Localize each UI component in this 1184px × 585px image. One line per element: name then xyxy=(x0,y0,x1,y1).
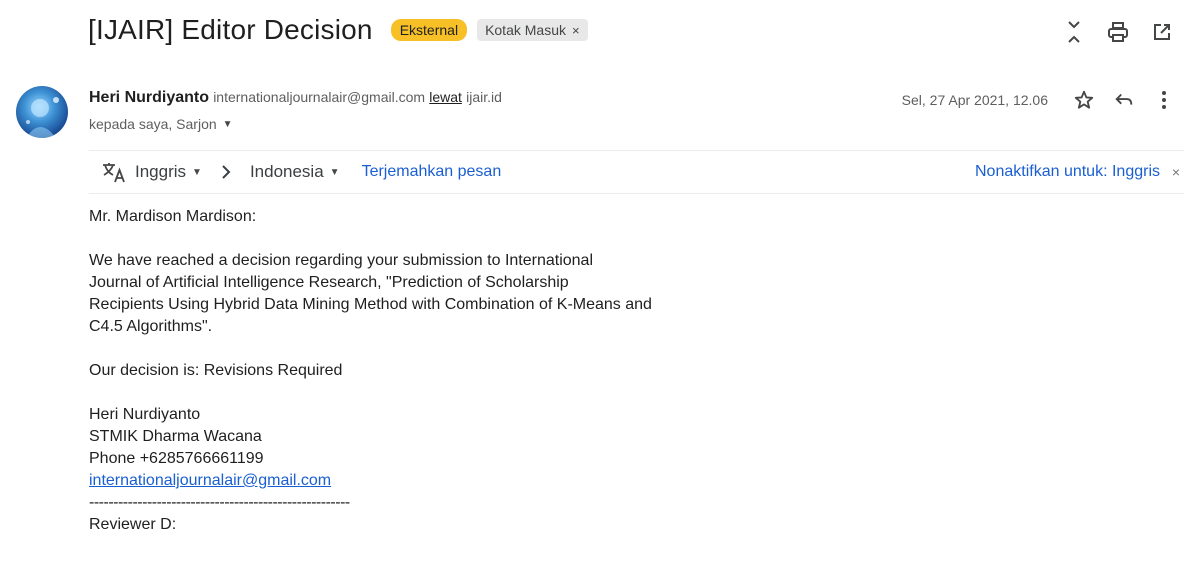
signature: Heri Nurdiyanto STMIK Dharma Wacana Phon… xyxy=(89,404,729,536)
chevron-right-icon xyxy=(220,164,232,180)
paragraph-line: C4.5 Algorithms". xyxy=(89,318,213,335)
divider-line: ----------------------------------------… xyxy=(89,494,350,511)
signature-name: Heri Nurdiyanto xyxy=(89,406,201,423)
star-icon[interactable] xyxy=(1064,89,1104,111)
source-language-select[interactable]: Inggris ▼ xyxy=(135,162,202,182)
external-label-chip[interactable]: Eksternal xyxy=(390,19,468,41)
sender-avatar[interactable] xyxy=(16,86,68,138)
sender-name[interactable]: Heri Nurdiyanto xyxy=(89,89,209,106)
inbox-label-chip[interactable]: Kotak Masuk × xyxy=(477,19,588,41)
message-meta: Sel, 27 Apr 2021, 12.06 xyxy=(902,86,1184,114)
target-language-label: Indonesia xyxy=(249,162,324,181)
message-body: Mr. Mardison Mardison: We have reached a… xyxy=(89,206,729,536)
decision-paragraph: We have reached a decision regarding you… xyxy=(89,250,729,338)
via-domain: ijair.id xyxy=(466,89,502,105)
source-language-caret-icon: ▼ xyxy=(192,166,202,178)
inbox-label-text: Kotak Masuk xyxy=(485,22,566,38)
email-view: [IJAIR] Editor Decision Eksternal Kotak … xyxy=(0,0,1184,585)
show-details-icon[interactable]: ▼ xyxy=(223,119,233,130)
source-language-label: Inggris xyxy=(135,162,187,181)
paragraph-line: Recipients Using Hybrid Data Mining Meth… xyxy=(89,296,652,313)
sender-email: internationaljournalair@gmail.com xyxy=(213,89,426,105)
translate-icon xyxy=(101,161,127,183)
email-subject: [IJAIR] Editor Decision xyxy=(88,14,373,45)
reply-icon[interactable] xyxy=(1104,89,1144,111)
decision-text: Our decision is: Revisions Required xyxy=(89,362,343,379)
paragraph-line: Journal of Artificial Intelligence Resea… xyxy=(89,274,569,291)
translate-message-link[interactable]: Terjemahkan pesan xyxy=(362,163,502,181)
sender-line: Heri Nurdiyanto internationaljournalair@… xyxy=(89,89,502,107)
close-translate-bar-icon[interactable]: × xyxy=(1172,164,1180,180)
open-in-new-window-icon[interactable] xyxy=(1140,22,1184,42)
target-language-select[interactable]: Indonesia ▼ xyxy=(250,162,340,182)
more-options-icon[interactable] xyxy=(1144,90,1184,110)
recipients-line: kepada saya, Sarjon ▼ xyxy=(89,116,233,132)
via-link[interactable]: lewat xyxy=(429,89,462,105)
signature-phone: Phone +6285766661199 xyxy=(89,450,264,467)
collapse-all-icon[interactable] xyxy=(1052,19,1096,45)
signature-email-link[interactable]: internationaljournalair@gmail.com xyxy=(89,470,729,492)
reviewer-heading: Reviewer D: xyxy=(89,516,177,533)
greeting: Mr. Mardison Mardison: xyxy=(89,208,257,225)
print-icon[interactable] xyxy=(1096,21,1140,43)
remove-label-icon[interactable]: × xyxy=(572,23,580,38)
signature-org: STMIK Dharma Wacana xyxy=(89,428,262,445)
target-language-caret-icon: ▼ xyxy=(329,166,340,178)
translate-bar: Inggris ▼ Indonesia ▼ Terjemahkan pesan … xyxy=(89,150,1184,194)
turn-off-translation-link[interactable]: Nonaktifkan untuk: Inggris xyxy=(975,163,1160,181)
recipients-text: kepada saya, Sarjon xyxy=(89,116,217,132)
paragraph-line: We have reached a decision regarding you… xyxy=(89,252,593,269)
message-date: Sel, 27 Apr 2021, 12.06 xyxy=(901,92,1048,108)
subject-row: [IJAIR] Editor Decision Eksternal Kotak … xyxy=(88,8,588,52)
thread-toolbar xyxy=(1052,16,1184,48)
